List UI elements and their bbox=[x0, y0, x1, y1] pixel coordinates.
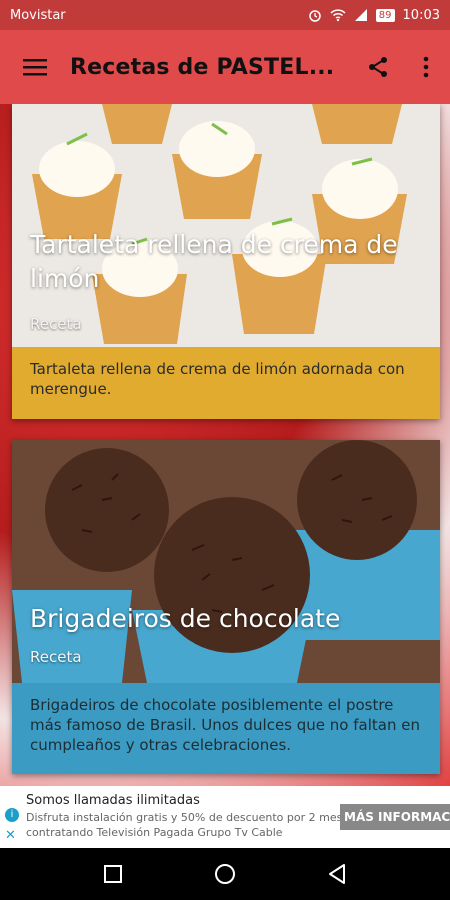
recipe-title: Tartaleta rellena de crema de limón bbox=[30, 230, 398, 293]
home-icon[interactable] bbox=[209, 858, 241, 890]
more-vert-icon[interactable] bbox=[402, 30, 450, 104]
recipe-subtitle: Receta bbox=[30, 315, 82, 333]
ad-cta-button[interactable]: MÁS INFORMACIÓN bbox=[340, 804, 450, 830]
info-icon[interactable]: i bbox=[5, 808, 19, 822]
recipe-title: Brigadeiros de chocolate bbox=[30, 604, 341, 633]
status-bar: Movistar 89 10:03 bbox=[0, 0, 450, 30]
app-bar: Recetas de PASTEL... bbox=[0, 30, 450, 104]
close-icon[interactable]: ✕ bbox=[5, 828, 16, 843]
signal-icon bbox=[354, 9, 367, 21]
recipe-list[interactable]: Tartaleta rellena de crema de limón Rece… bbox=[0, 104, 450, 786]
alarm-icon bbox=[309, 10, 321, 22]
recipe-image: Brigadeiros de chocolate Receta bbox=[12, 440, 440, 683]
clock: 10:03 bbox=[402, 7, 440, 23]
recipe-description: Tartaleta rellena de crema de limón ador… bbox=[12, 347, 440, 419]
ad-banner[interactable]: Somos llamadas ilimitadas i ✕ Disfruta i… bbox=[0, 786, 450, 848]
ad-body: Disfruta instalación gratis y 50% de des… bbox=[26, 811, 355, 839]
back-icon[interactable] bbox=[321, 858, 353, 890]
recipe-subtitle: Receta bbox=[30, 648, 82, 666]
menu-icon[interactable] bbox=[0, 30, 70, 104]
share-icon[interactable] bbox=[354, 30, 402, 104]
recipe-description: Brigadeiros de chocolate posiblemente el… bbox=[12, 683, 440, 774]
recipe-image: Tartaleta rellena de crema de limón Rece… bbox=[12, 104, 440, 347]
carrier-name: Movistar bbox=[10, 7, 66, 23]
ad-headline: Somos llamadas ilimitadas bbox=[26, 793, 200, 808]
navigation-bar bbox=[0, 848, 450, 900]
recipe-card[interactable]: Tartaleta rellena de crema de limón Rece… bbox=[12, 104, 440, 419]
wifi-icon bbox=[330, 9, 346, 22]
recipe-card[interactable]: Brigadeiros de chocolate Receta Brigadei… bbox=[12, 440, 440, 774]
recents-icon[interactable] bbox=[97, 858, 129, 890]
page-title: Recetas de PASTEL... bbox=[70, 54, 335, 80]
battery-indicator: 89 bbox=[375, 8, 395, 22]
